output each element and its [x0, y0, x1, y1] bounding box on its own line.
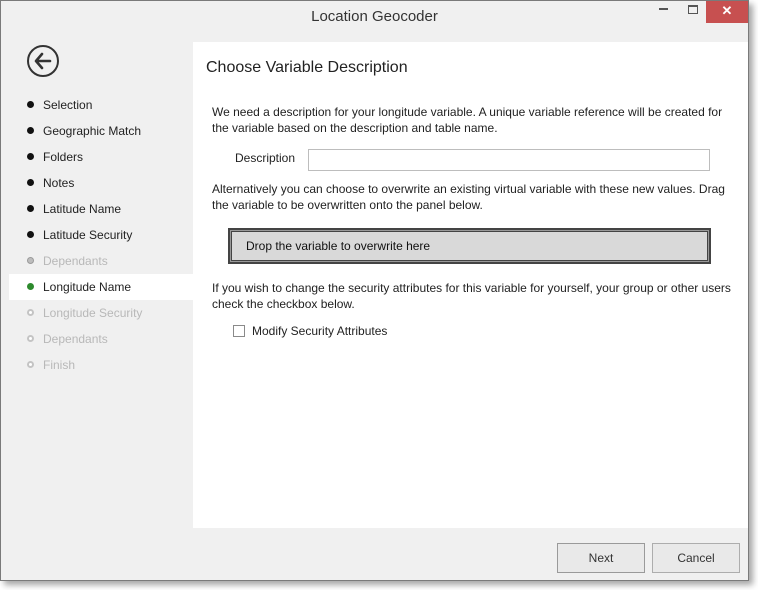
step-label: Notes — [43, 176, 75, 190]
step-geographic-match[interactable]: Geographic Match — [9, 118, 193, 144]
step-selection[interactable]: Selection — [9, 92, 193, 118]
overwrite-text: Alternatively you can choose to overwrit… — [212, 182, 725, 212]
step-label: Selection — [43, 98, 93, 112]
cancel-button[interactable]: Cancel — [652, 543, 740, 573]
modify-security-checkbox[interactable] — [233, 325, 245, 337]
steps-list: Selection Geographic Match Folders Notes… — [9, 92, 193, 378]
modify-security-label: Modify Security Attributes — [252, 324, 388, 338]
window-title: Location Geocoder — [311, 8, 438, 25]
overwrite-drop-panel[interactable]: Drop the variable to overwrite here — [228, 228, 711, 264]
step-label: Latitude Security — [43, 228, 133, 242]
step-status-icon — [27, 361, 34, 368]
step-status-icon — [27, 205, 34, 212]
step-status-icon — [27, 335, 34, 342]
step-status-icon — [27, 283, 34, 290]
step-status-icon — [27, 179, 34, 186]
description-input[interactable] — [308, 149, 710, 171]
maximize-icon — [688, 4, 698, 14]
minimize-icon — [658, 8, 668, 10]
step-status-icon — [27, 153, 34, 160]
step-label: Longitude Name — [43, 280, 132, 294]
modify-security-option[interactable]: Modify Security Attributes — [233, 323, 387, 339]
step-label: Dependants — [43, 254, 108, 268]
description-label: Description — [235, 151, 296, 165]
step-label: Finish — [43, 358, 76, 372]
intro-text: We need a description for your longitude… — [212, 105, 723, 135]
title-bar: Location Geocoder ✕ — [1, 1, 748, 33]
step-latitude-security[interactable]: Latitude Security — [9, 222, 193, 248]
step-content-panel: Choose Variable Description We need a de… — [193, 42, 748, 528]
next-button[interactable]: Next — [557, 543, 645, 573]
step-label: Dependants — [43, 332, 108, 346]
step-latitude-name[interactable]: Latitude Name — [9, 196, 193, 222]
security-text: If you wish to change the security attri… — [212, 281, 731, 311]
back-button[interactable] — [27, 45, 59, 77]
minimize-button[interactable] — [646, 1, 680, 23]
step-status-icon — [27, 231, 34, 238]
back-arrow-icon — [34, 52, 52, 70]
wizard-steps-sidebar: Selection Geographic Match Folders Notes… — [9, 42, 193, 528]
step-label: Longitude Security — [43, 306, 143, 320]
step-status-icon — [27, 127, 34, 134]
step-label: Folders — [43, 150, 84, 164]
page-title: Choose Variable Description — [206, 59, 408, 76]
step-status-icon — [27, 101, 34, 108]
step-dependants-latitude: Dependants — [9, 248, 193, 274]
step-notes[interactable]: Notes — [9, 170, 193, 196]
step-label: Geographic Match — [43, 124, 142, 138]
location-geocoder-window: Location Geocoder ✕ Selection Geographic… — [0, 0, 749, 581]
step-finish: Finish — [9, 352, 193, 378]
step-status-icon — [27, 309, 34, 316]
step-label: Latitude Name — [43, 202, 122, 216]
step-dependants-longitude: Dependants — [9, 326, 193, 352]
step-folders[interactable]: Folders — [9, 144, 193, 170]
step-longitude-name[interactable]: Longitude Name — [9, 274, 193, 300]
step-longitude-security: Longitude Security — [9, 300, 193, 326]
close-icon: ✕ — [721, 3, 733, 18]
maximize-button[interactable] — [680, 1, 706, 23]
close-button[interactable]: ✕ — [706, 1, 748, 23]
step-status-icon — [27, 257, 34, 264]
